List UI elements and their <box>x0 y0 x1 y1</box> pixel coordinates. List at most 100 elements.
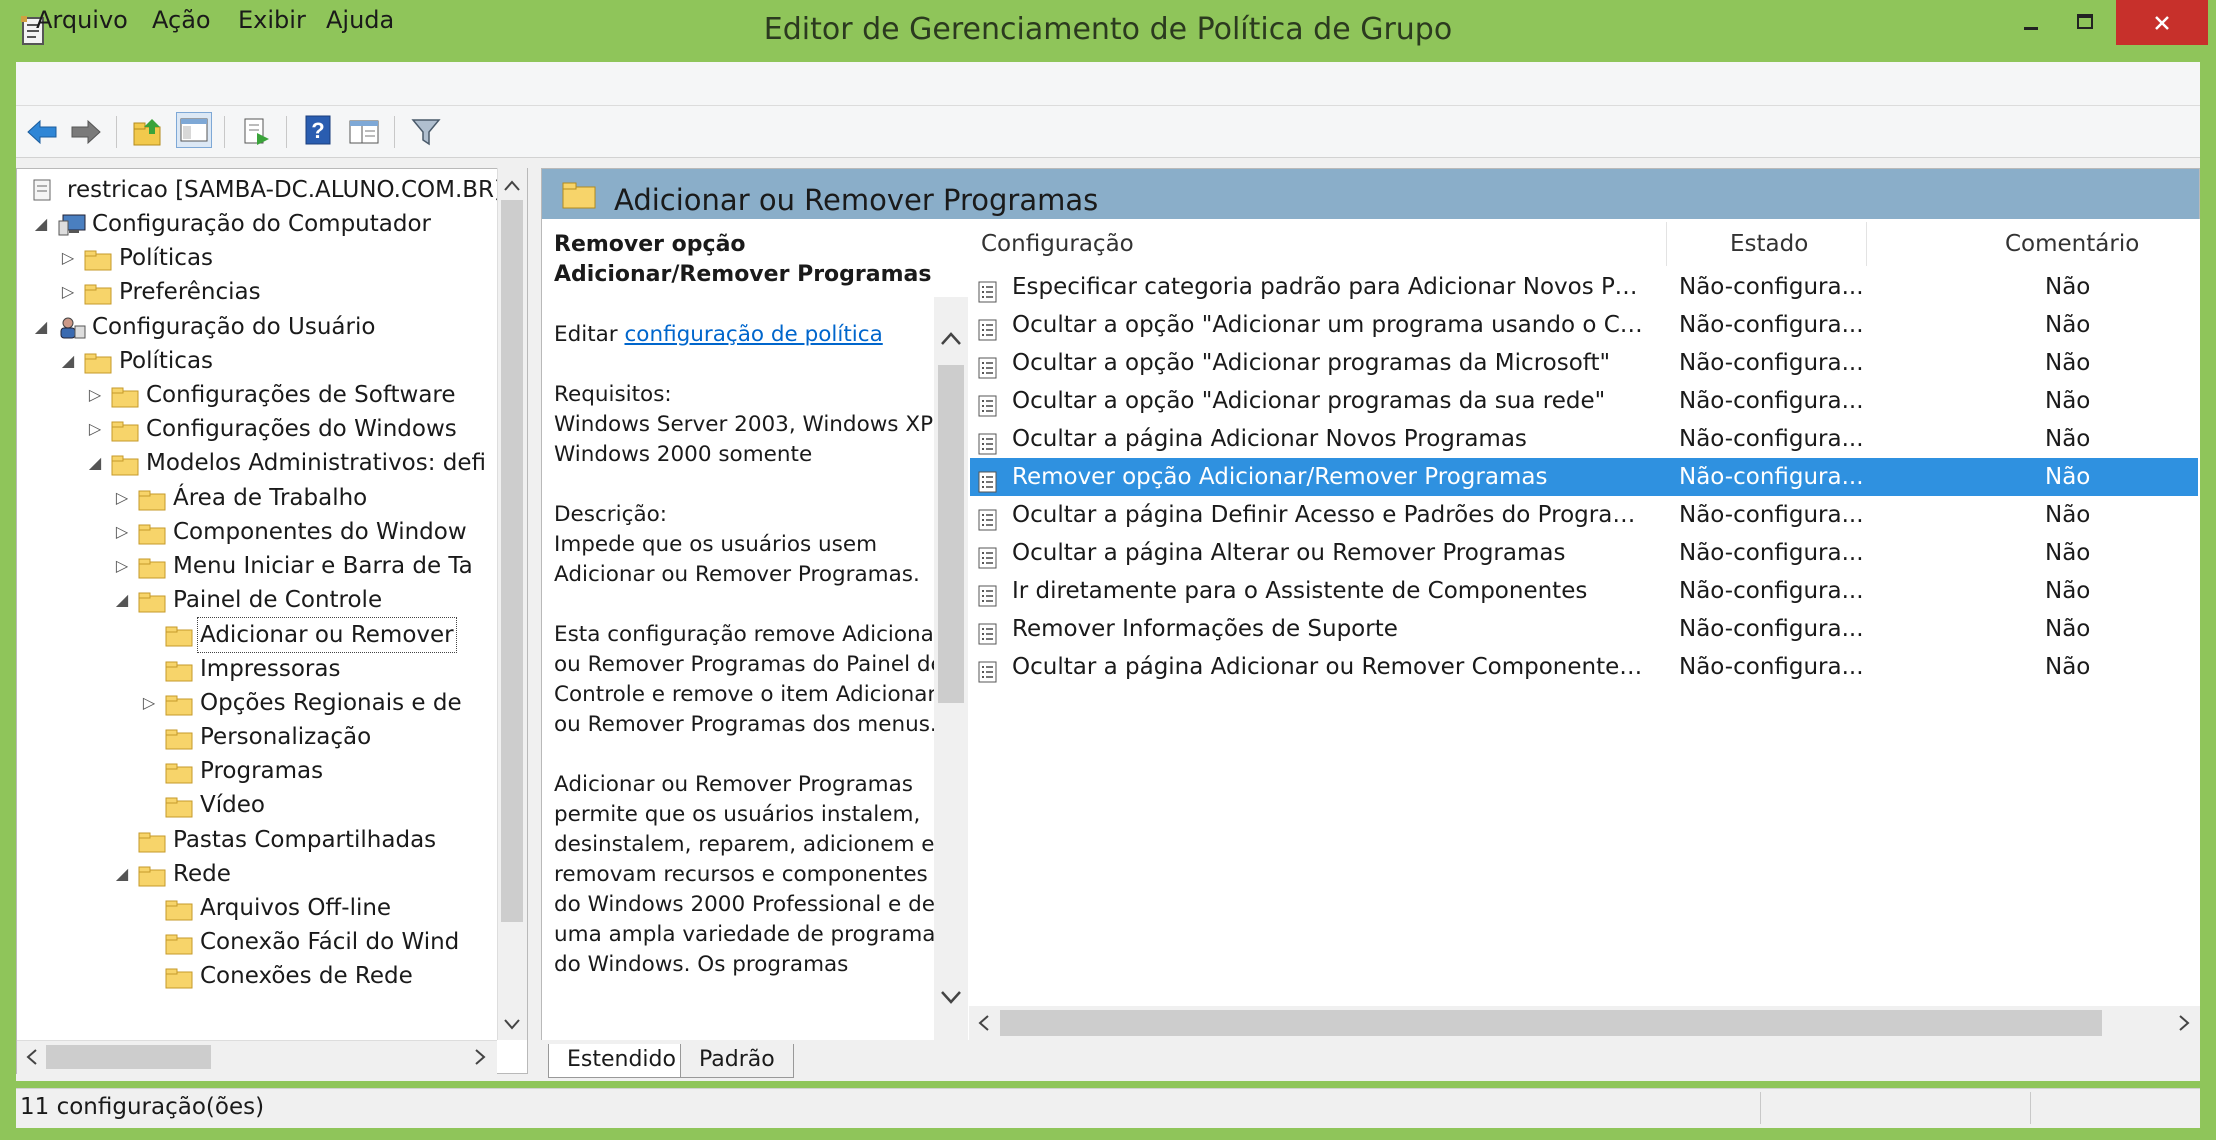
tree-item-network-connections[interactable]: Conexões de Rede <box>17 959 497 993</box>
up-folder-button[interactable] <box>130 114 166 150</box>
list-scroll-right-icon[interactable] <box>2174 1013 2194 1033</box>
tree-item-label: Pastas Compartilhadas <box>173 826 437 853</box>
table-row[interactable]: Ocultar a página Adicionar ou Remover Co… <box>970 648 2198 686</box>
list-horizontal-scroll-thumb[interactable] <box>1000 1010 2102 1036</box>
column-header-comentario[interactable]: Comentário <box>2005 219 2139 269</box>
table-row[interactable]: Ocultar a página Alterar ou Remover Prog… <box>970 534 2198 572</box>
tree-item-policies[interactable]: ▷ Políticas <box>17 241 497 275</box>
tree-item-personalization[interactable]: Personalização <box>17 720 497 754</box>
tab-estendido[interactable]: Estendido <box>548 1044 695 1078</box>
menu-exibir[interactable]: Exibir <box>238 6 306 34</box>
tree-item-start-menu[interactable]: ▷ Menu Iniciar e Barra de Ta <box>17 549 497 583</box>
expand-arrow-icon[interactable]: ▷ <box>58 275 78 309</box>
maximize-button[interactable] <box>2052 0 2120 45</box>
column-header-estado[interactable]: Estado <box>1730 219 1808 269</box>
table-row[interactable]: Ir diretamente para o Assistente de Comp… <box>970 572 2198 610</box>
tree-item-preferences[interactable]: ▷ Preferências <box>17 275 497 309</box>
tree-item-user-config[interactable]: ◢ Configuração do Usuário <box>17 310 497 344</box>
show-hide-tree-button[interactable] <box>176 112 212 148</box>
collapse-arrow-icon[interactable]: ◢ <box>85 446 105 480</box>
extended-view-button[interactable] <box>346 114 382 150</box>
setting-name: Ir diretamente para o Assistente de Comp… <box>1012 578 1588 604</box>
collapse-arrow-icon[interactable]: ◢ <box>31 310 51 344</box>
tree-item-label: Menu Iniciar e Barra de Ta <box>173 553 473 579</box>
table-row[interactable]: Especificar categoria padrão para Adicio… <box>970 268 2198 306</box>
tree-item-easy-connect[interactable]: Conexão Fácil do Wind <box>17 925 497 959</box>
setting-state: Não-configura... <box>1679 350 1864 376</box>
help-button[interactable]: ? <box>300 112 336 148</box>
expand-arrow-icon[interactable]: ▷ <box>112 549 132 583</box>
forward-button[interactable] <box>68 114 104 150</box>
tree-item-software-settings[interactable]: ▷ Configurações de Software <box>17 378 497 412</box>
expand-arrow-icon[interactable]: ▷ <box>85 412 105 446</box>
expand-arrow-icon[interactable]: ▷ <box>58 241 78 275</box>
policy-setting-icon <box>978 657 998 683</box>
tree-scroll-left-icon[interactable] <box>22 1047 42 1067</box>
export-list-button[interactable] <box>238 114 274 150</box>
menu-arquivo[interactable]: Arquivo <box>36 6 128 34</box>
extended-vertical-scroll-thumb[interactable] <box>938 365 964 703</box>
collapse-arrow-icon[interactable]: ◢ <box>31 207 51 241</box>
table-row[interactable]: Ocultar a opção "Adicionar um programa u… <box>970 306 2198 344</box>
table-row[interactable]: Ocultar a opção "Adicionar programas da … <box>970 344 2198 382</box>
collapse-arrow-icon[interactable]: ◢ <box>112 857 132 891</box>
menu-acao[interactable]: Ação <box>152 6 211 34</box>
tree-item-computer-config[interactable]: ◢ Configuração do Computador <box>17 207 497 241</box>
table-row[interactable]: Remover Informações de Suporte Não-config… <box>970 610 2198 648</box>
tree-item-label: Personalização <box>200 724 372 750</box>
table-row[interactable]: Ocultar a página Adicionar Novos Program… <box>970 420 2198 458</box>
tree-item-windows-components[interactable]: ▷ Componentes do Window <box>17 515 497 549</box>
tree-item-add-remove[interactable]: Adicionar ou Remover <box>17 617 497 654</box>
filter-button[interactable] <box>408 114 444 150</box>
extended-scroll-up-icon[interactable] <box>934 318 968 358</box>
tree-item-offline-files[interactable]: Arquivos Off-line <box>17 891 497 925</box>
tree-scroll-up-icon[interactable] <box>502 176 522 196</box>
tree-item-network[interactable]: ◢ Rede <box>17 857 497 891</box>
collapse-arrow-icon[interactable]: ◢ <box>112 583 132 617</box>
tree-item-printers[interactable]: Impressoras <box>17 652 497 686</box>
column-header-configuracao[interactable]: Configuração <box>981 219 1134 269</box>
requirements-label: Requisitos: <box>554 382 672 407</box>
tree-vertical-scroll-thumb[interactable] <box>501 200 523 922</box>
tree-item-admin-templates[interactable]: ◢ Modelos Administrativos: defi <box>17 446 497 480</box>
tree-item-user-policies[interactable]: ◢ Políticas <box>17 344 497 378</box>
table-row[interactable]: Ocultar a página Definir Acesso e Padrõe… <box>970 496 2198 534</box>
column-separator[interactable] <box>1866 222 1867 266</box>
tree-item-shared-folders[interactable]: Pastas Compartilhadas <box>17 823 497 857</box>
collapse-arrow-icon[interactable]: ◢ <box>58 344 78 378</box>
edit-policy-link[interactable]: configuração de política <box>624 322 882 347</box>
tree-root[interactable]: restricao [SAMBA-DC.ALUNO.COM.BR] P <box>17 173 524 207</box>
expand-arrow-icon[interactable]: ▷ <box>139 686 159 720</box>
tree-item-windows-settings[interactable]: ▷ Configurações do Windows <box>17 412 497 446</box>
policy-setting-icon <box>978 353 998 379</box>
tree-item-video[interactable]: Vídeo <box>17 788 497 822</box>
list-scroll-left-icon[interactable] <box>974 1013 994 1033</box>
tab-padrao[interactable]: Padrão <box>680 1044 794 1078</box>
table-row[interactable]: Remover opção Adicionar/Remover Programa… <box>970 458 2198 496</box>
expand-arrow-icon[interactable]: ▷ <box>85 378 105 412</box>
column-separator[interactable] <box>1666 222 1667 266</box>
extended-scroll-down-icon[interactable] <box>934 978 968 1018</box>
tree-item-label: Configuração do Computador <box>92 211 431 237</box>
policy-setting-icon <box>978 277 998 303</box>
close-button[interactable] <box>2116 0 2208 45</box>
tree-item-regional-options[interactable]: ▷ Opções Regionais e de <box>17 686 497 720</box>
tree-scroll-right-icon[interactable] <box>470 1047 490 1067</box>
forward-arrow-icon <box>71 119 101 145</box>
tree-item-desktop[interactable]: ▷ Área de Trabalho <box>17 481 497 515</box>
folder-icon <box>138 487 166 511</box>
tree-item-control-panel[interactable]: ◢ Painel de Controle <box>17 583 497 617</box>
expand-arrow-icon[interactable]: ▷ <box>112 481 132 515</box>
tree-item-label: Área de Trabalho <box>173 484 368 511</box>
tree-horizontal-scroll-thumb[interactable] <box>46 1045 211 1069</box>
expand-arrow-icon[interactable]: ▷ <box>112 515 132 549</box>
tree-scroll-down-icon[interactable] <box>502 1014 522 1034</box>
back-button[interactable] <box>24 114 60 150</box>
table-row[interactable]: Ocultar a opção "Adicionar programas da … <box>970 382 2198 420</box>
folder-icon <box>165 623 193 647</box>
tree-item-label: Configuração do Usuário <box>92 313 376 340</box>
menu-ajuda[interactable]: Ajuda <box>326 6 394 34</box>
folder-icon <box>165 794 193 818</box>
tree-item-programs[interactable]: Programas <box>17 754 497 788</box>
folder-icon <box>165 965 193 989</box>
